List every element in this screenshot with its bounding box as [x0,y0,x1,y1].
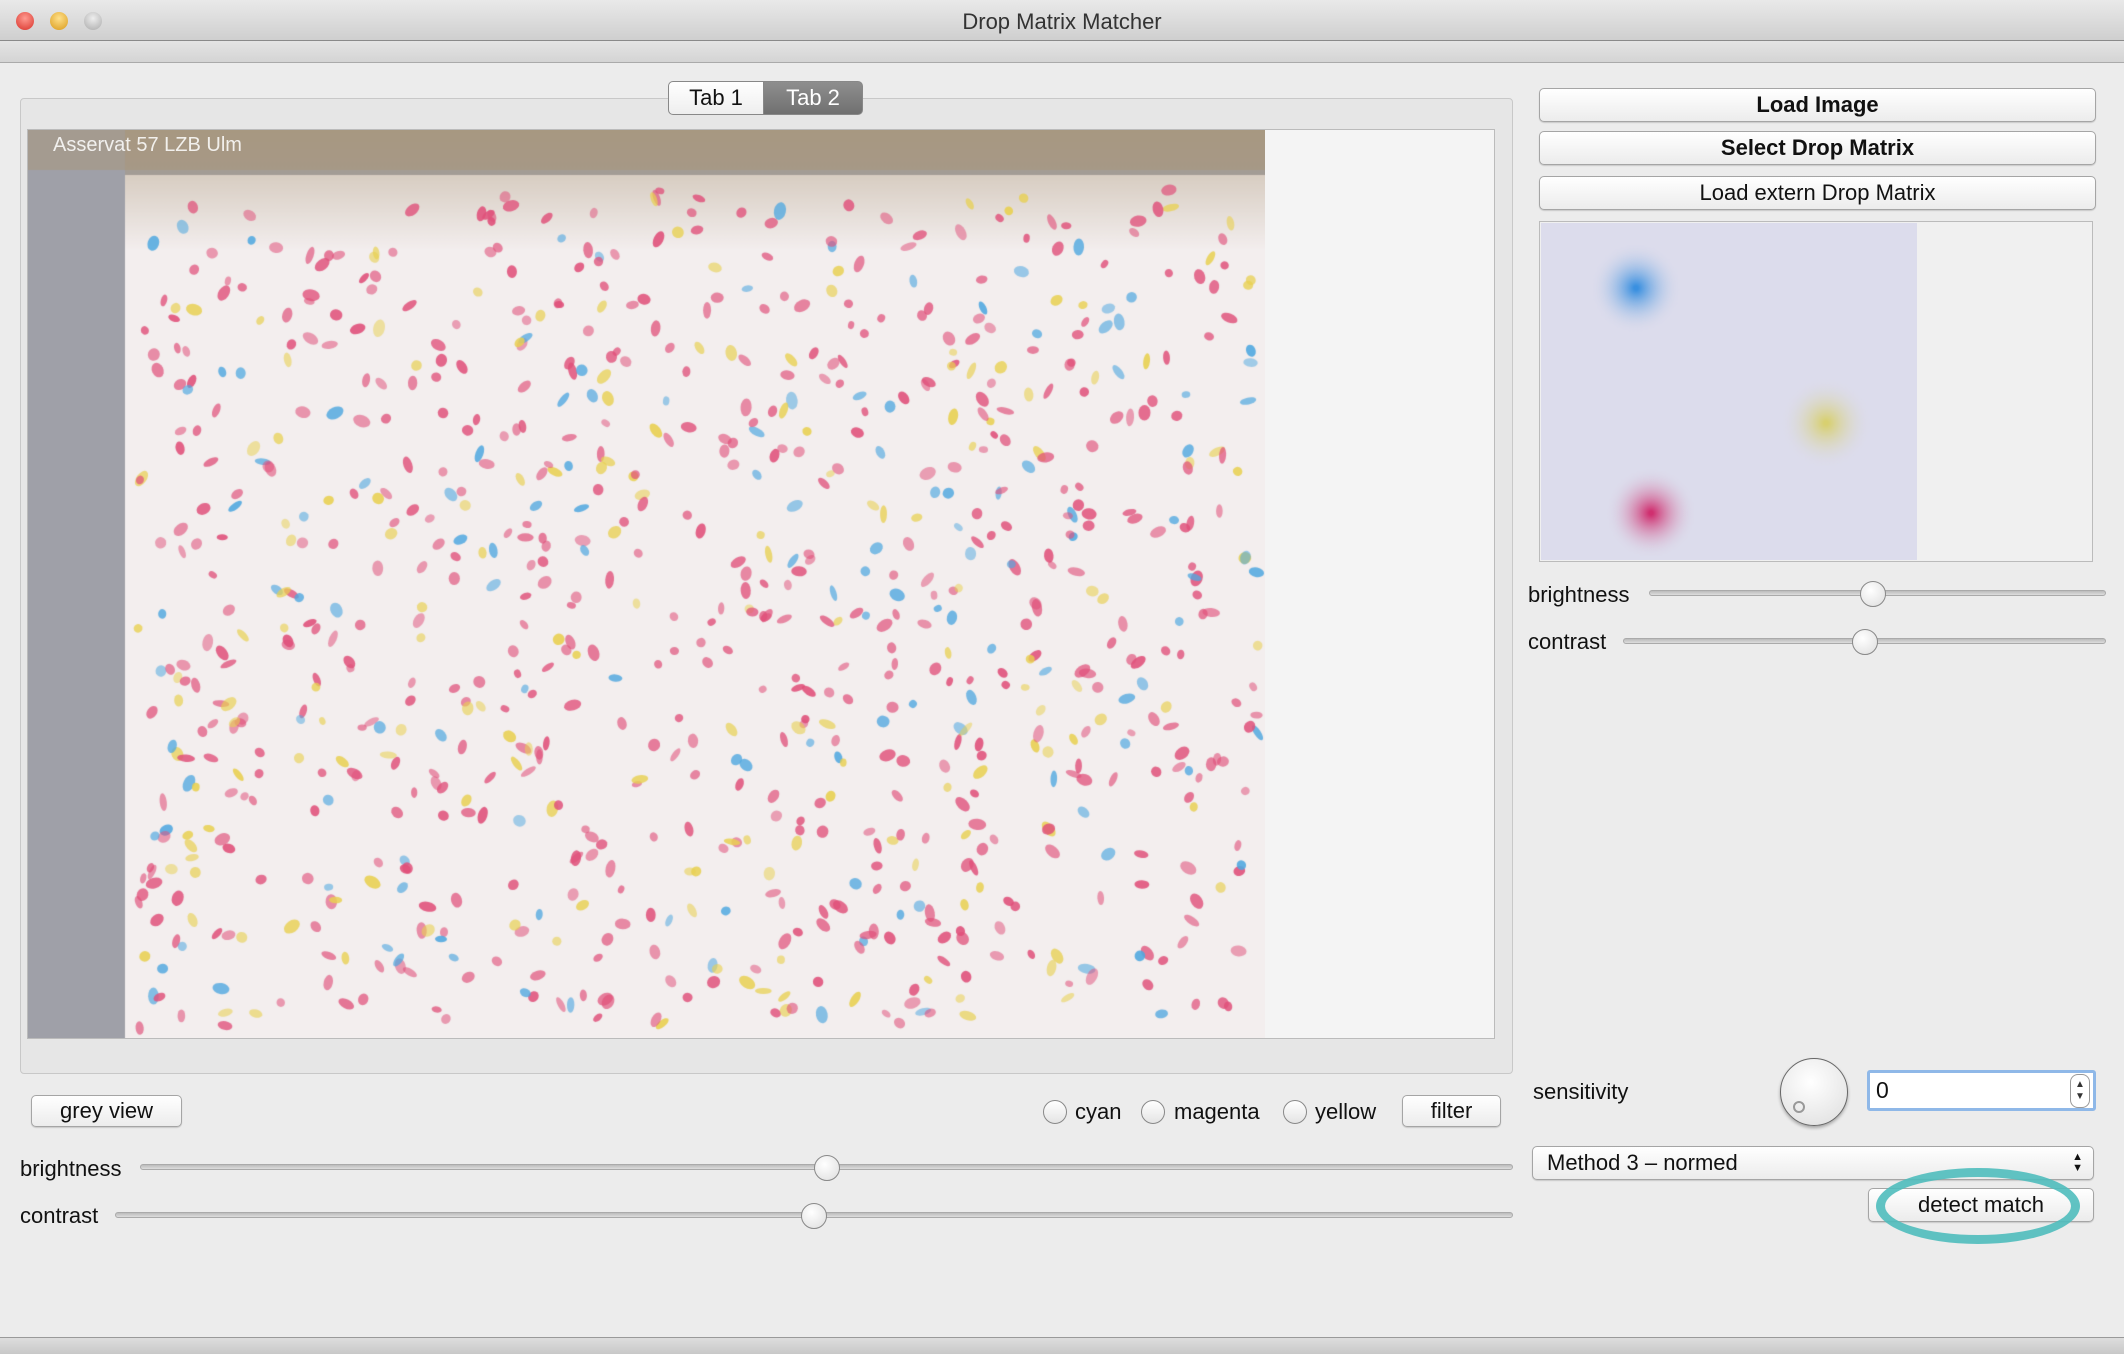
sensitivity-knob[interactable] [1780,1058,1848,1126]
magenta-radio[interactable] [1141,1100,1165,1124]
sensitivity-label: sensitivity [1533,1079,1629,1104]
spinner-arrows-icon[interactable]: ▲ ▼ [2070,1073,2090,1108]
matrix-brightness-label: brightness [1528,582,1630,607]
brightness-label: brightness [20,1156,122,1181]
brightness-slider-thumb[interactable] [813,1155,840,1181]
grey-view-button[interactable]: grey view [31,1095,182,1127]
drop-matrix-preview [1539,221,2093,562]
method-selected: Method 3 – normed [1547,1150,1738,1175]
magenta-label: magenta [1174,1099,1260,1124]
title-bar: Drop Matrix Matcher [0,0,2124,41]
image-caption: Asservat 57 LZB Ulm [53,134,242,156]
matrix-brightness-slider[interactable] [1649,581,2106,607]
contrast-label: contrast [20,1203,99,1228]
knob-indicator [1793,1101,1805,1113]
matrix-contrast-label: contrast [1528,629,1607,654]
load-extern-drop-matrix-button[interactable]: Load extern Drop Matrix [1539,176,2096,210]
load-image-button[interactable]: Load Image [1539,88,2096,122]
highlight-circle-annotation [1876,1168,2080,1244]
select-drop-matrix-button[interactable]: Select Drop Matrix [1539,131,2096,165]
cyan-label: cyan [1075,1099,1122,1124]
yellow-label: yellow [1315,1099,1377,1124]
brightness-slider[interactable] [140,1155,1513,1181]
filter-button[interactable]: filter [1402,1095,1501,1127]
sample-photo [28,130,1265,1038]
sensitivity-spinner[interactable]: 0 ▲ ▼ [1867,1070,2096,1111]
matrix-contrast-thumb[interactable] [1851,629,1878,655]
tab-1[interactable]: Tab 1 [668,81,764,115]
image-viewport[interactable]: Asservat 57 LZB Ulm [27,129,1495,1039]
contrast-slider-thumb[interactable] [801,1203,827,1229]
sensitivity-value[interactable]: 0 [1870,1077,2070,1104]
drop-matrix-image [1541,223,1917,560]
toolbar-band [0,41,2124,63]
matrix-brightness-thumb[interactable] [1859,581,1886,607]
yellow-radio[interactable] [1283,1100,1307,1124]
bottom-edge [0,1337,2124,1354]
tab-2[interactable]: Tab 2 [763,81,863,115]
matrix-contrast-slider[interactable] [1623,629,2106,655]
cyan-radio[interactable] [1043,1100,1067,1124]
window-title: Drop Matrix Matcher [962,9,1162,34]
select-arrows-icon: ▲ ▼ [2072,1151,2083,1174]
contrast-slider[interactable] [115,1203,1513,1229]
